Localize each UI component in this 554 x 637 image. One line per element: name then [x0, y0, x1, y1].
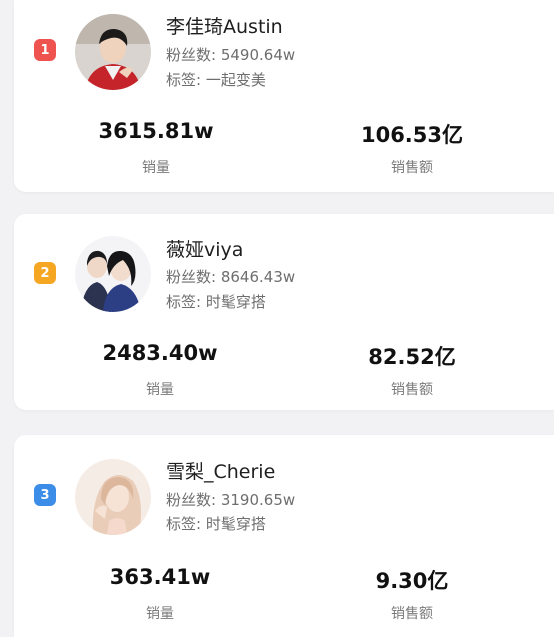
rank-badge-2: 2 — [34, 262, 56, 284]
revenue-value-1: 106.53亿 — [360, 123, 464, 147]
streamer-name-1[interactable]: 李佳琦Austin — [166, 12, 283, 39]
streamer-name-3[interactable]: 雪梨_Cherie — [166, 457, 275, 484]
revenue-label-3: 销售额 — [391, 606, 433, 622]
sales-value-3: 363.41w — [109, 565, 211, 589]
revenue-label-1: 销售额 — [391, 160, 433, 176]
avatar-1[interactable] — [75, 14, 151, 90]
streamer-name-2[interactable]: 薇娅viya — [166, 235, 243, 262]
tag-value: 一起变美 — [205, 71, 266, 89]
avatar-3[interactable] — [75, 459, 151, 535]
avatar-2[interactable] — [75, 236, 151, 312]
tag-row-1: 标签: 一起变美 — [166, 69, 266, 90]
fans-row-1: 粉丝数: 5490.64w — [166, 44, 295, 65]
revenue-value-3: 9.30亿 — [375, 569, 449, 593]
sales-value-2: 2483.40w — [102, 341, 218, 365]
fans-row-3: 粉丝数: 3190.65w — [166, 489, 295, 510]
tag-row-3: 标签: 时髦穿搭 — [166, 513, 266, 534]
fans-label: 粉丝数: — [166, 491, 217, 509]
revenue-value-2: 82.52亿 — [368, 345, 456, 369]
fans-label: 粉丝数: — [166, 268, 217, 286]
sales-value-1: 3615.81w — [98, 119, 214, 143]
avatar-image — [75, 459, 151, 535]
tag-row-2: 标签: 时髦穿搭 — [166, 291, 266, 312]
tag-label: 标签: — [166, 293, 202, 311]
tag-value: 时髦穿搭 — [205, 293, 266, 311]
tag-label: 标签: — [166, 71, 202, 89]
sales-label-1: 销量 — [142, 160, 170, 176]
fans-count: 8646.43w — [220, 268, 296, 286]
fans-label: 粉丝数: — [166, 46, 217, 64]
fans-row-2: 粉丝数: 8646.43w — [166, 266, 295, 287]
sales-label-3: 销量 — [146, 606, 174, 622]
avatar-image — [75, 14, 151, 90]
tag-label: 标签: — [166, 515, 202, 533]
sales-label-2: 销量 — [146, 382, 174, 398]
tag-value: 时髦穿搭 — [205, 515, 266, 533]
fans-count: 5490.64w — [220, 46, 296, 64]
avatar-image — [75, 236, 151, 312]
rank-badge-3: 3 — [34, 484, 56, 506]
fans-count: 3190.65w — [220, 491, 296, 509]
revenue-label-2: 销售额 — [391, 382, 433, 398]
rank-badge-1: 1 — [34, 39, 56, 61]
